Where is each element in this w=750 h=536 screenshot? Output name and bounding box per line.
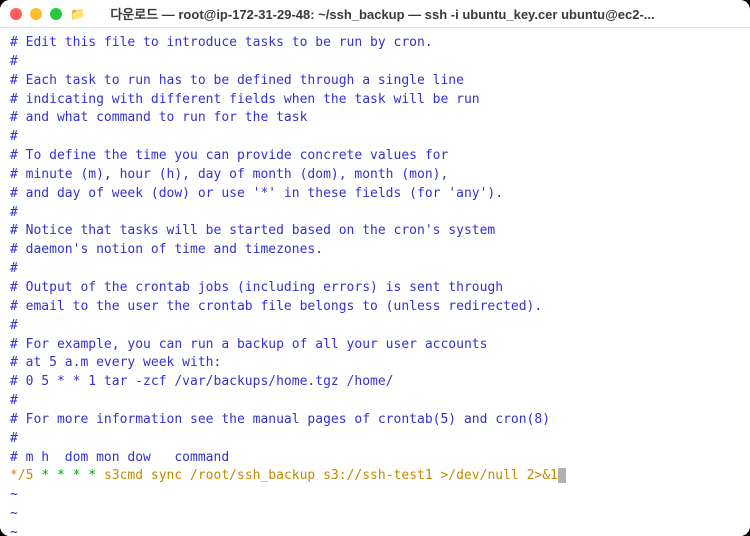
cron-minute: */5 bbox=[10, 468, 33, 483]
close-icon[interactable] bbox=[10, 8, 22, 20]
terminal-window: 📁 다운로드 — root@ip-172-31-29-48: ~/ssh_bac… bbox=[0, 0, 750, 536]
comment-line: # bbox=[10, 393, 18, 408]
comment-line: # For more information see the manual pa… bbox=[10, 412, 550, 427]
vim-tilde: ~ bbox=[10, 506, 18, 521]
vim-tilde: ~ bbox=[10, 487, 18, 502]
cursor bbox=[558, 468, 566, 483]
comment-line: # and what command to run for the task bbox=[10, 110, 307, 125]
comment-line: # bbox=[10, 129, 18, 144]
comment-line: # bbox=[10, 431, 18, 446]
comment-line: # at 5 a.m every week with: bbox=[10, 355, 221, 370]
comment-line: # Edit this file to introduce tasks to b… bbox=[10, 35, 433, 50]
comment-line: # bbox=[10, 318, 18, 333]
cron-hour: * bbox=[41, 468, 49, 483]
cron-dow: * bbox=[88, 468, 96, 483]
comment-line: # bbox=[10, 261, 18, 276]
comment-line: # and day of week (dow) or use '*' in th… bbox=[10, 186, 503, 201]
comment-line: # bbox=[10, 54, 18, 69]
comment-line: # For example, you can run a backup of a… bbox=[10, 337, 487, 352]
comment-line: # 0 5 * * 1 tar -zcf /var/backups/home.t… bbox=[10, 374, 394, 389]
titlebar: 📁 다운로드 — root@ip-172-31-29-48: ~/ssh_bac… bbox=[0, 0, 750, 28]
comment-line: # m h dom mon dow command bbox=[10, 450, 229, 465]
cron-dom: * bbox=[57, 468, 65, 483]
cron-mon: * bbox=[73, 468, 81, 483]
comment-line: # To define the time you can provide con… bbox=[10, 148, 448, 163]
comment-line: # Output of the crontab jobs (including … bbox=[10, 280, 503, 295]
cron-command: s3cmd sync /root/ssh_backup s3://ssh-tes… bbox=[104, 468, 558, 483]
comment-line: # Notice that tasks will be started base… bbox=[10, 223, 495, 238]
comment-line: # indicating with different fields when … bbox=[10, 92, 480, 107]
comment-line: # bbox=[10, 205, 18, 220]
comment-line: # Each task to run has to be defined thr… bbox=[10, 73, 464, 88]
comment-line: # email to the user the crontab file bel… bbox=[10, 299, 542, 314]
comment-line: # daemon's notion of time and timezones. bbox=[10, 242, 323, 257]
vim-tilde: ~ bbox=[10, 525, 18, 536]
comment-line: # minute (m), hour (h), day of month (do… bbox=[10, 167, 448, 182]
window-title: 다운로드 — root@ip-172-31-29-48: ~/ssh_backu… bbox=[25, 4, 740, 23]
terminal-body[interactable]: # Edit this file to introduce tasks to b… bbox=[0, 28, 750, 536]
